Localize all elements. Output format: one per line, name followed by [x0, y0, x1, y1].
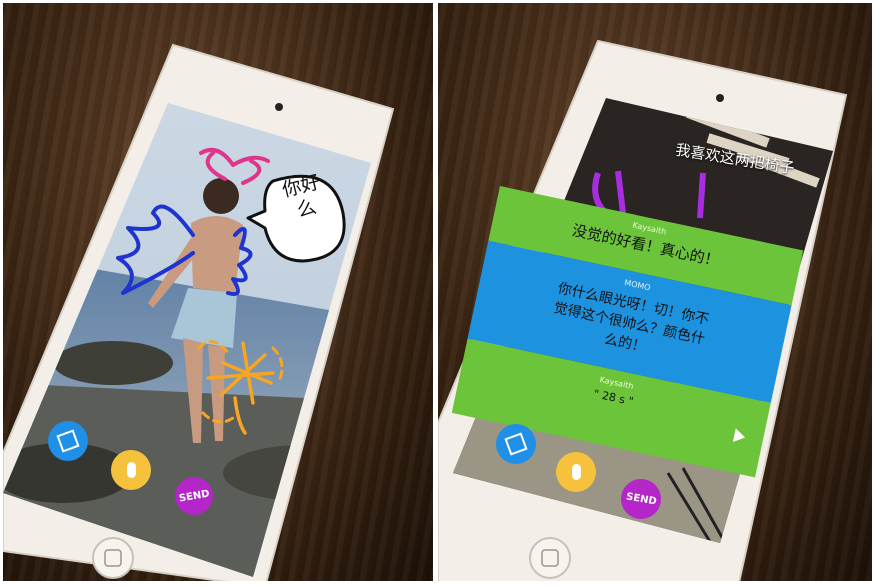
pen-tool-button[interactable] — [496, 424, 536, 464]
left-photo: 你好么 SEND — [3, 3, 433, 581]
send-button[interactable]: SEND — [175, 477, 213, 515]
microphone-icon — [126, 462, 136, 478]
pen-icon — [56, 429, 80, 453]
send-label: SEND — [177, 487, 211, 505]
pen-tool-button[interactable] — [48, 421, 88, 461]
pen-icon — [504, 432, 528, 456]
home-button[interactable] — [529, 537, 571, 579]
camera — [716, 94, 724, 102]
home-button[interactable] — [92, 537, 134, 579]
right-photo: 我喜欢这两把椅子 Kaysaith 没觉的好看！真心的！ MOMO 你什么眼光呀… — [438, 3, 872, 581]
left-ipod — [3, 43, 395, 581]
microphone-icon — [571, 464, 581, 480]
play-icon[interactable] — [732, 428, 747, 445]
camera — [275, 103, 283, 111]
send-button[interactable]: SEND — [621, 479, 661, 519]
voice-record-button[interactable] — [111, 450, 151, 490]
voice-record-button[interactable] — [556, 452, 596, 492]
send-label: SEND — [624, 490, 658, 508]
